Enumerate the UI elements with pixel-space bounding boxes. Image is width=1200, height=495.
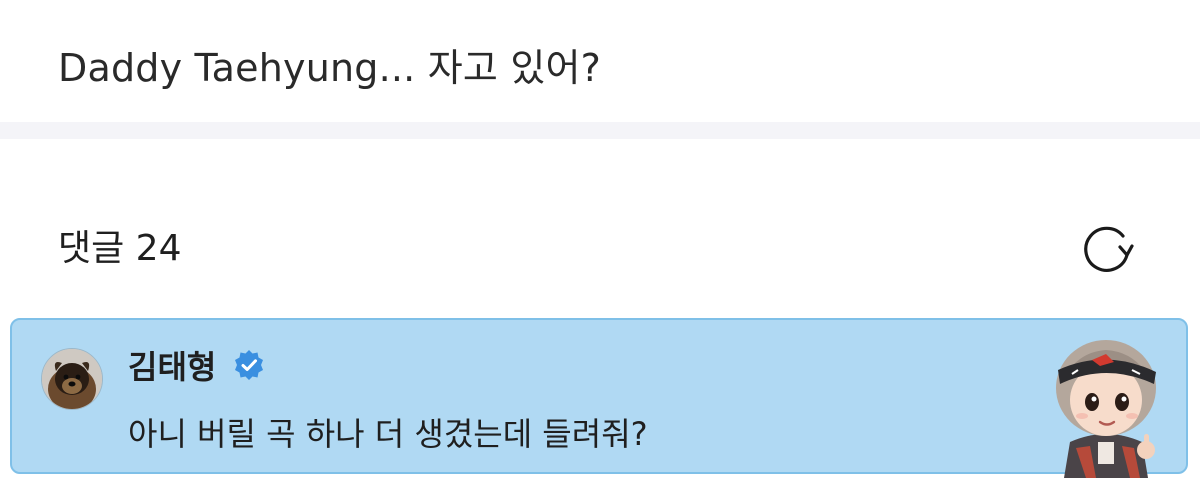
verified-badge-icon — [233, 349, 265, 381]
comment-text: 아니 버릴 곡 하나 더 생겼는데 들려줘? — [128, 415, 648, 453]
character-sticker[interactable] — [1036, 330, 1176, 478]
section-divider — [0, 122, 1200, 139]
comments-count-title: 댓글 24 — [58, 228, 182, 269]
post-body: Daddy Taehyung... 자고 있어? — [0, 0, 1200, 122]
dog-avatar-icon — [42, 349, 102, 409]
refresh-button[interactable] — [1078, 222, 1136, 280]
comments-header: 댓글 24 — [0, 139, 1200, 317]
refresh-icon — [1084, 226, 1134, 272]
author-name[interactable]: 김태형 — [128, 348, 216, 386]
author-avatar[interactable] — [41, 348, 103, 410]
post-text: Daddy Taehyung... 자고 있어? — [58, 46, 602, 90]
author-row: 김태형 — [128, 346, 265, 388]
highlighted-comment[interactable]: 김태형 아니 버릴 곡 하나 더 생겼는데 들려줘? — [10, 318, 1188, 478]
character-sticker-icon — [1056, 340, 1156, 478]
